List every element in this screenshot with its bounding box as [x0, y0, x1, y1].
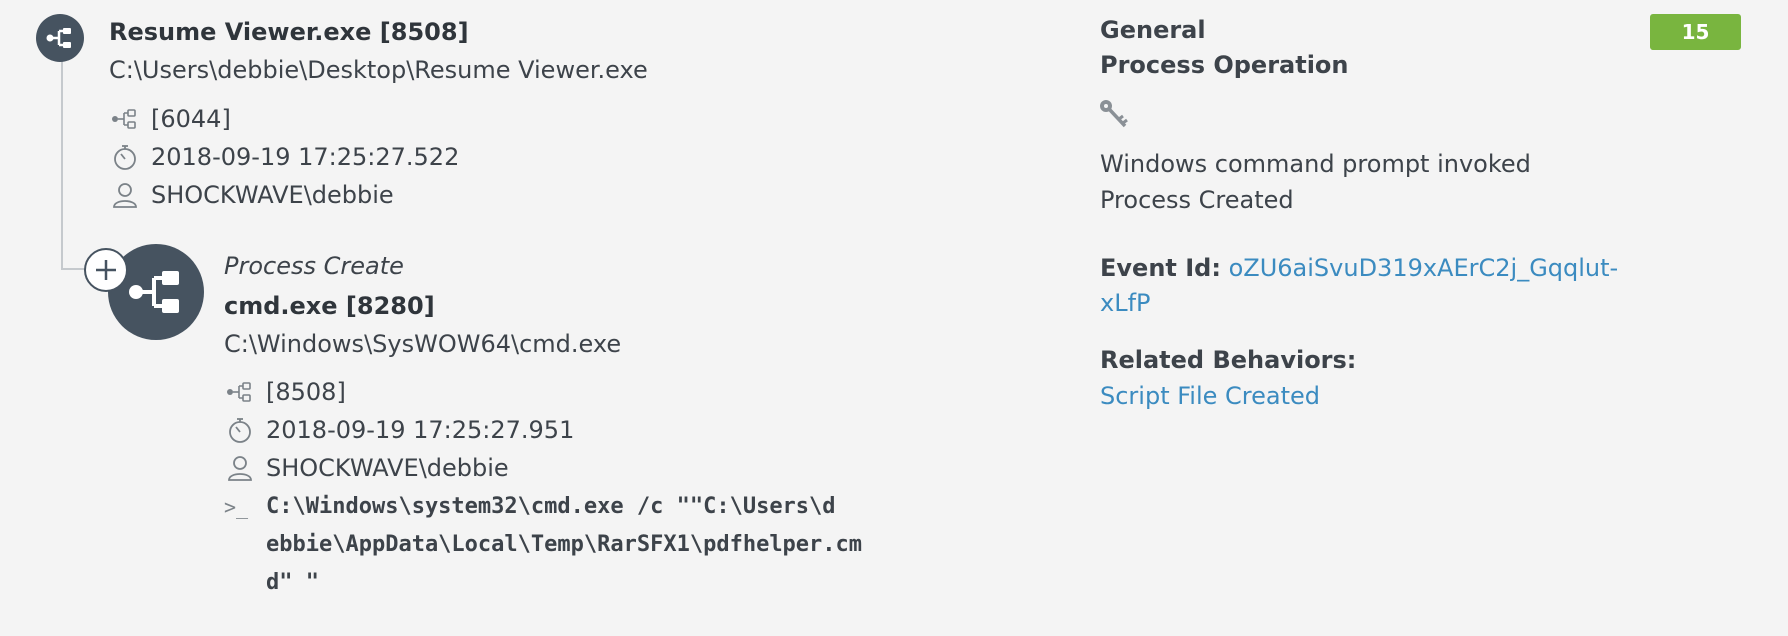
plus-icon [96, 260, 116, 280]
parent-process-name: Resume Viewer.exe [8508] [109, 18, 469, 46]
detail-operation-type: Process Operation [1100, 51, 1349, 79]
event-id-label: Event Id: [1100, 254, 1221, 282]
detail-category: General [1100, 16, 1206, 44]
parent-timestamp-row: 2018-09-19 17:25:27.522 [109, 142, 459, 172]
command-line-text: ebbie\AppData\Local\Temp\RarSFX1\pdfhelp… [266, 532, 863, 557]
detail-process-created: Process Created [1100, 186, 1294, 214]
child-ppid: [8508] [266, 378, 346, 406]
parent-timestamp: 2018-09-19 17:25:27.522 [151, 143, 460, 171]
command-line-text: C:\Windows\system32\cmd.exe /c ""C:\User… [266, 494, 836, 519]
child-timestamp: 2018-09-19 17:25:27.951 [266, 416, 575, 444]
child-process-name: cmd.exe [8280] [224, 292, 435, 320]
operation-label: Process Create [224, 252, 404, 280]
event-id-continuation: xLfP [1100, 289, 1151, 317]
child-process-path: C:\Windows\SysWOW64\cmd.exe [224, 330, 622, 358]
child-timestamp-row: 2018-09-19 17:25:27.951 [224, 415, 574, 445]
user-icon [109, 180, 141, 210]
stopwatch-icon [109, 142, 141, 172]
child-user-row: SHOCKWAVE\debbie [224, 453, 509, 483]
process-tree-icon [129, 271, 179, 313]
process-tree-icon [46, 28, 71, 48]
event-id-row: Event Id: oZU6aiSvuD319xAErC2j_Gqqlut- [1100, 254, 1618, 282]
event-id-link[interactable]: oZU6aiSvuD319xAErC2j_Gqqlut- [1229, 254, 1619, 282]
parent-process-path: C:\Users\debbie\Desktop\Resume Viewer.ex… [109, 56, 648, 84]
expand-button[interactable] [84, 248, 128, 292]
terminal-icon: >_ [224, 495, 249, 519]
related-behaviors-label: Related Behaviors: [1100, 346, 1357, 374]
user-icon [224, 453, 256, 483]
child-user: SHOCKWAVE\debbie [266, 454, 509, 482]
score-badge: 15 [1650, 14, 1741, 50]
detail-description: Windows command prompt invoked [1100, 150, 1531, 178]
key-icon [1098, 98, 1130, 136]
related-behaviors: Script File Created [1100, 382, 1320, 410]
command-line-text: d" " [266, 570, 319, 595]
command-line: C:\Windows\system32\cmd.exe /c ""C:\User… [266, 488, 862, 602]
related-behavior-link[interactable]: Script File Created [1100, 382, 1320, 410]
command-line-block: >_ C:\Windows\system32\cmd.exe /c ""C:\U… [224, 488, 862, 602]
stopwatch-icon [224, 415, 256, 445]
branch-icon [109, 104, 141, 134]
parent-ppid-row: [6044] [109, 104, 231, 134]
tree-connector-vertical [61, 40, 63, 270]
child-ppid-row: [8508] [224, 377, 346, 407]
parent-ppid: [6044] [151, 105, 231, 133]
parent-user: SHOCKWAVE\debbie [151, 181, 394, 209]
parent-user-row: SHOCKWAVE\debbie [109, 180, 394, 210]
event-id-link-continued[interactable]: xLfP [1100, 289, 1151, 317]
branch-icon [224, 377, 256, 407]
parent-process-node[interactable] [36, 14, 84, 62]
